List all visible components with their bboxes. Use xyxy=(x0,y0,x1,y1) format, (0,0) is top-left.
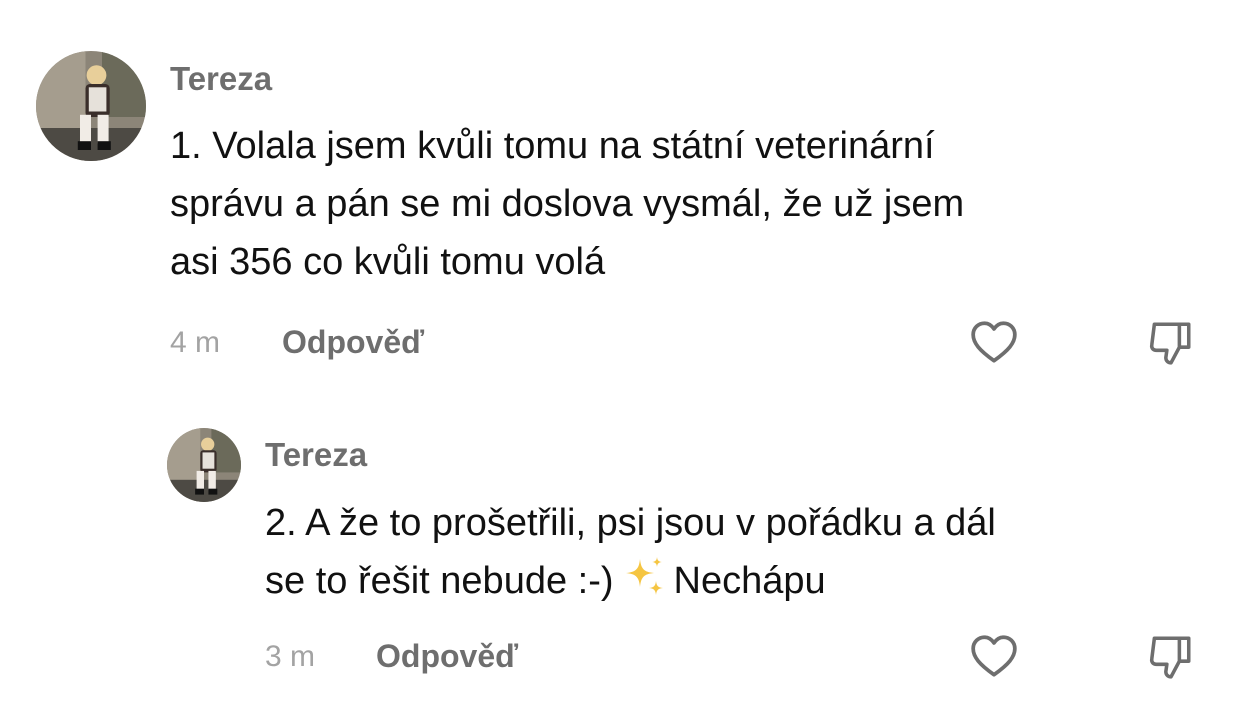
avatar[interactable] xyxy=(36,51,146,161)
comment-author[interactable]: Tereza xyxy=(170,60,272,98)
thumbs-down-icon[interactable] xyxy=(1145,318,1195,368)
comment-text-part: Nechápu xyxy=(673,560,826,602)
comment-time: 3 m xyxy=(265,640,316,673)
heart-icon[interactable] xyxy=(969,318,1019,368)
sparkles-icon xyxy=(625,557,663,595)
comment-author[interactable]: Tereza xyxy=(265,436,367,474)
avatar-photo xyxy=(36,51,146,161)
comment-text: 2. A že to prošetřili, psi jsou v pořádk… xyxy=(265,494,1215,610)
thumbs-down-icon[interactable] xyxy=(1145,632,1195,682)
avatar-photo xyxy=(167,428,241,502)
avatar[interactable] xyxy=(167,428,241,502)
reply-button[interactable]: Odpověď xyxy=(376,638,518,675)
reply-button[interactable]: Odpověď xyxy=(282,324,424,361)
comment-text: 1. Volala jsem kvůli tomu na státní vete… xyxy=(170,125,965,283)
heart-icon[interactable] xyxy=(969,632,1019,682)
comment-time: 4 m xyxy=(170,326,221,359)
